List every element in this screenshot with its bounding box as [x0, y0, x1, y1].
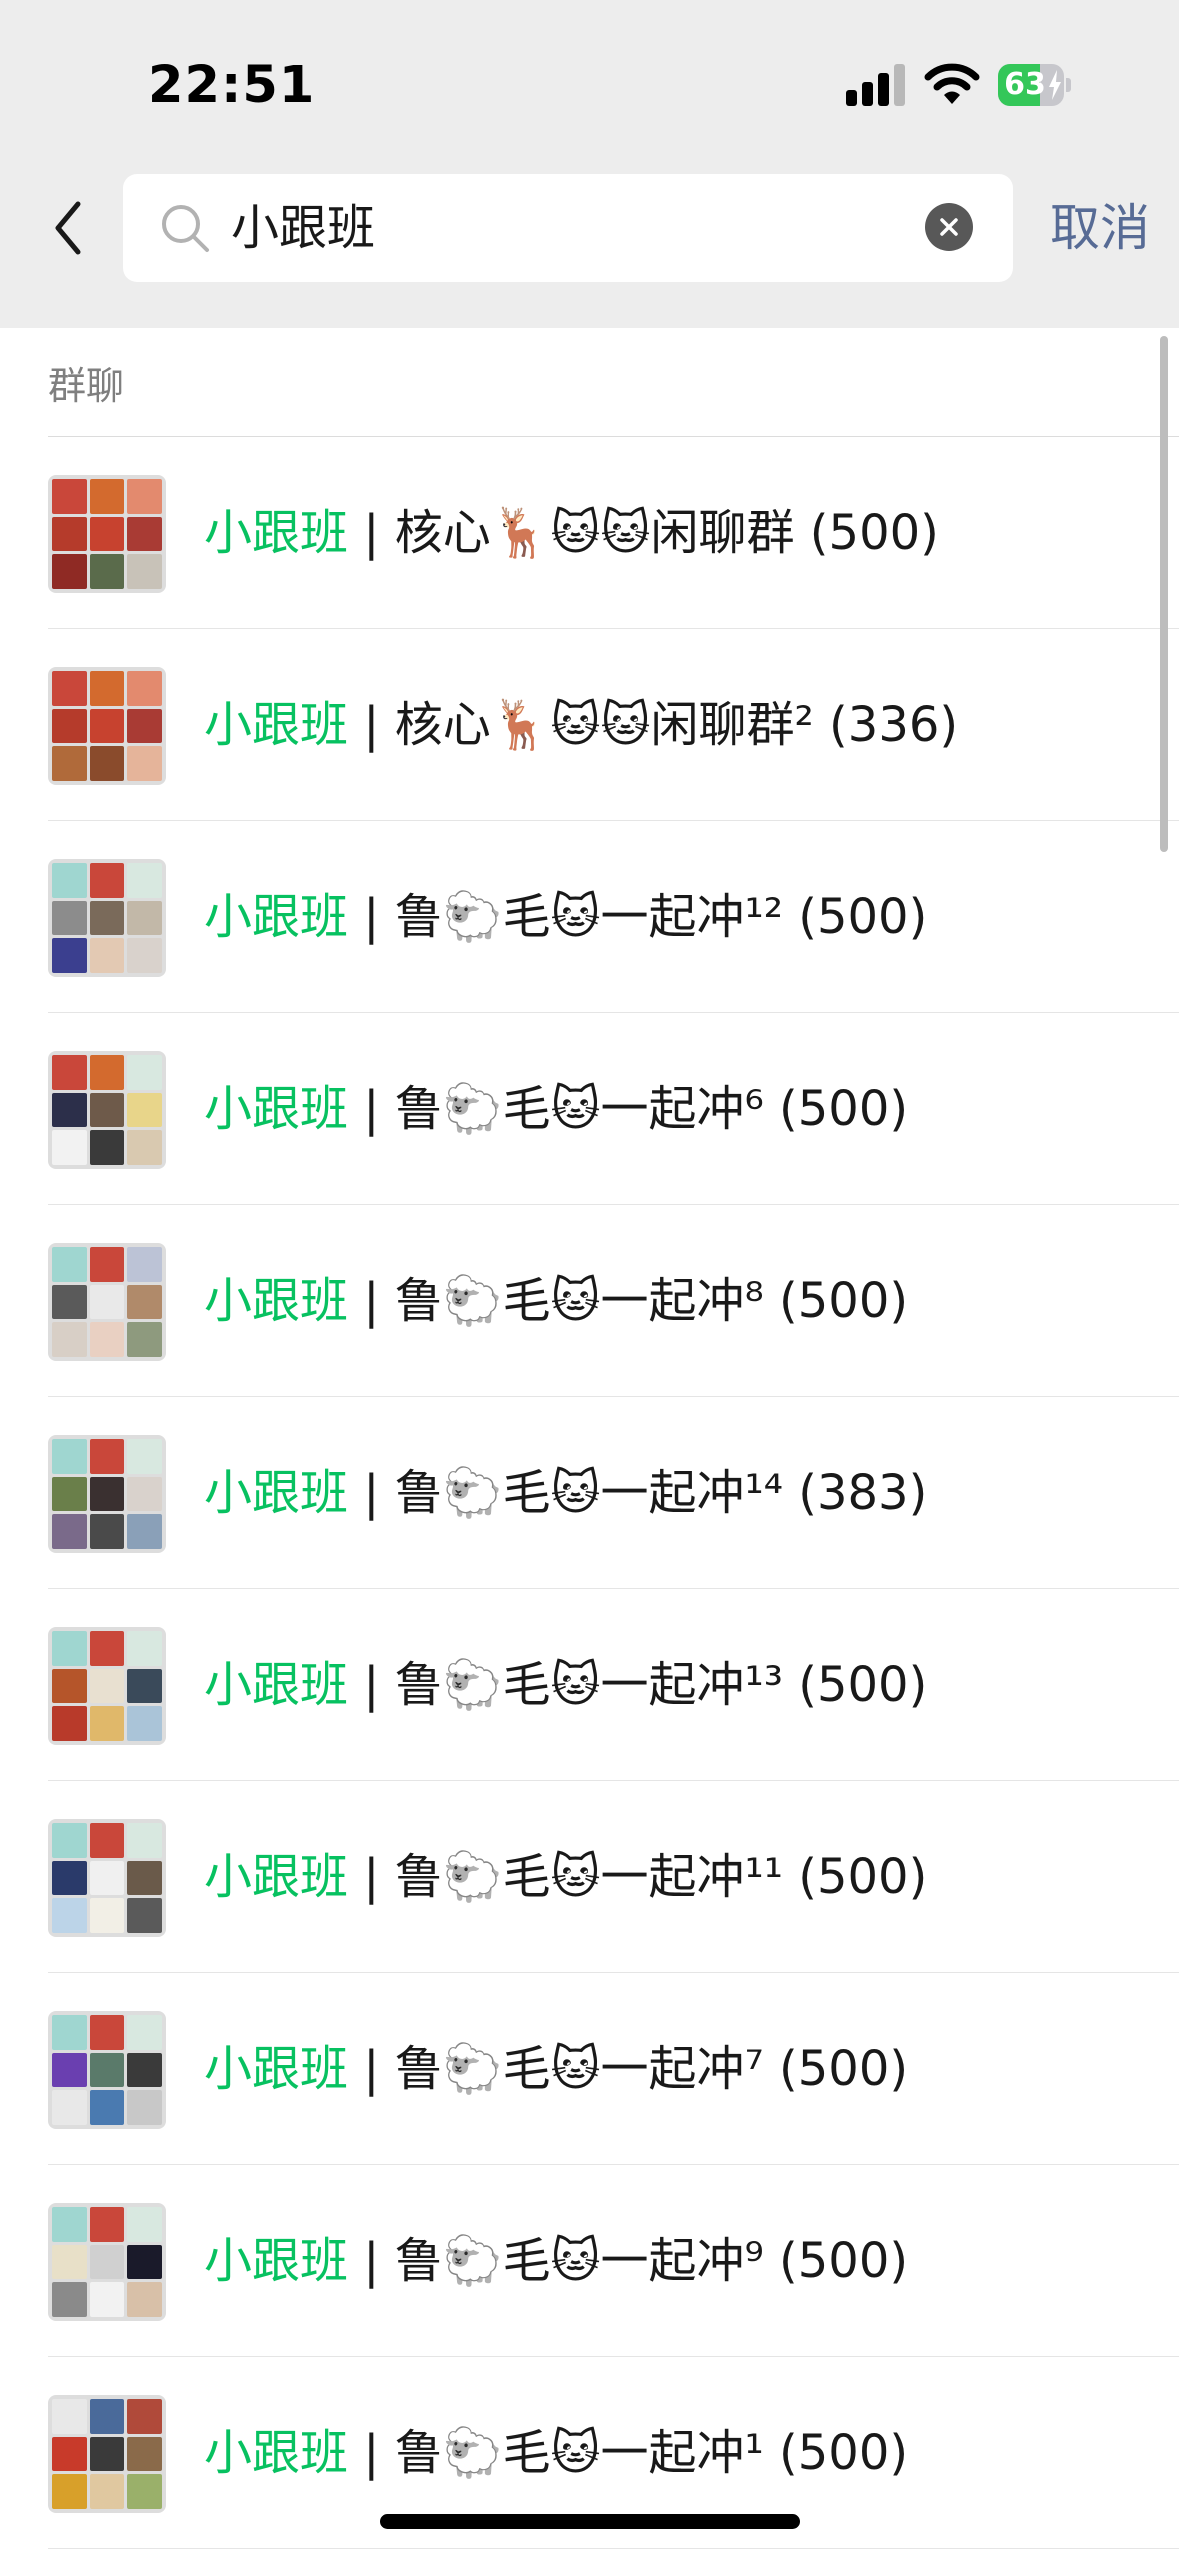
divider: [48, 2548, 1179, 2549]
group-chat-name-rest: | 鲁🐑毛🐱一起冲⁹ (500): [348, 2233, 909, 2289]
cellular-signal-icon: [846, 64, 906, 106]
group-avatar: [48, 1435, 166, 1553]
group-avatar: [48, 667, 166, 785]
clear-search-icon[interactable]: [925, 203, 973, 251]
group-chat-name-rest: | 核心🦌🐱🐱闲聊群² (336): [348, 697, 959, 753]
group-chat-name-rest: | 核心🦌🐱🐱闲聊群 (500): [348, 505, 939, 561]
group-avatar: [48, 2011, 166, 2129]
cancel-button[interactable]: 取消: [1050, 196, 1150, 260]
group-chat-name-rest: | 鲁🐑毛🐱一起冲¹⁴ (383): [348, 1465, 928, 1521]
group-avatar: [48, 2395, 166, 2513]
group-chat-row[interactable]: 小跟班 | 鲁🐑毛🐱一起冲⁸ (500): [0, 1205, 1179, 1397]
group-avatar: [48, 475, 166, 593]
group-chat-row[interactable]: 小跟班 | 鲁🐑毛🐱一起冲¹³ (500): [0, 1589, 1179, 1781]
group-avatar: [48, 2203, 166, 2321]
group-avatar: [48, 1819, 166, 1937]
section-title-group-chats: 群聊: [48, 364, 125, 408]
search-query-text[interactable]: 小跟班: [231, 198, 375, 258]
group-chat-name: 小跟班 | 鲁🐑毛🐱一起冲⁹ (500): [204, 2229, 908, 2293]
group-chat-name: 小跟班 | 核心🦌🐱🐱闲聊群² (336): [204, 693, 958, 757]
group-chat-name: 小跟班 | 鲁🐑毛🐱一起冲¹³ (500): [204, 1653, 927, 1717]
matched-keyword: 小跟班: [204, 697, 349, 753]
group-chat-row[interactable]: 小跟班 | 核心🦌🐱🐱闲聊群 (500): [0, 437, 1179, 629]
group-chat-name-rest: | 鲁🐑毛🐱一起冲¹¹ (500): [348, 1849, 928, 1905]
matched-keyword: 小跟班: [204, 1081, 349, 1137]
search-icon: [162, 205, 209, 252]
matched-keyword: 小跟班: [204, 505, 349, 561]
matched-keyword: 小跟班: [204, 1657, 349, 1713]
group-avatar: [48, 1051, 166, 1169]
matched-keyword: 小跟班: [204, 1849, 349, 1905]
group-chat-row[interactable]: 小跟班 | 核心🦌🐱🐱闲聊群² (336): [0, 629, 1179, 821]
group-chat-name-rest: | 鲁🐑毛🐱一起冲¹³ (500): [348, 1657, 928, 1713]
group-chat-name: 小跟班 | 鲁🐑毛🐱一起冲¹⁴ (383): [204, 1461, 927, 1525]
group-chat-name: 小跟班 | 鲁🐑毛🐱一起冲⁸ (500): [204, 1269, 908, 1333]
group-chat-row[interactable]: 小跟班 | 鲁🐑毛🐱一起冲⁶ (500): [0, 1013, 1179, 1205]
scrollbar[interactable]: [1160, 336, 1168, 852]
group-chat-name-rest: | 鲁🐑毛🐱一起冲¹² (500): [348, 889, 928, 945]
charging-bolt-icon: [1049, 70, 1061, 100]
group-chat-row[interactable]: 小跟班 | 鲁🐑毛🐱一起冲¹⁴ (383): [0, 1397, 1179, 1589]
group-chat-name: 小跟班 | 鲁🐑毛🐱一起冲⁷ (500): [204, 2037, 908, 2101]
status-time: 22:51: [148, 56, 316, 115]
group-avatar: [48, 1627, 166, 1745]
group-chat-name: 小跟班 | 鲁🐑毛🐱一起冲¹ (500): [204, 2421, 908, 2485]
search-input[interactable]: 小跟班: [123, 174, 1013, 282]
group-chat-name: 小跟班 | 鲁🐑毛🐱一起冲¹² (500): [204, 885, 927, 949]
group-chat-name-rest: | 鲁🐑毛🐱一起冲⁷ (500): [348, 2041, 909, 2097]
home-indicator: [380, 2514, 800, 2529]
matched-keyword: 小跟班: [204, 2041, 349, 2097]
matched-keyword: 小跟班: [204, 1273, 349, 1329]
matched-keyword: 小跟班: [204, 2233, 349, 2289]
wifi-icon: [924, 63, 980, 104]
group-chat-name: 小跟班 | 鲁🐑毛🐱一起冲¹¹ (500): [204, 1845, 927, 1909]
battery-icon: 63: [998, 64, 1072, 106]
group-chat-row[interactable]: 小跟班 | 鲁🐑毛🐱一起冲¹¹ (500): [0, 1781, 1179, 1973]
group-chat-row[interactable]: 小跟班 | 鲁🐑毛🐱一起冲⁹ (500): [0, 2165, 1179, 2357]
group-chat-row[interactable]: 小跟班 | 鲁🐑毛🐱一起冲¹² (500): [0, 821, 1179, 1013]
matched-keyword: 小跟班: [204, 1465, 349, 1521]
group-avatar: [48, 1243, 166, 1361]
battery-percent: 63: [1004, 67, 1046, 102]
group-chat-name: 小跟班 | 鲁🐑毛🐱一起冲⁶ (500): [204, 1077, 908, 1141]
group-chat-name-rest: | 鲁🐑毛🐱一起冲⁸ (500): [348, 1273, 909, 1329]
group-avatar: [48, 859, 166, 977]
group-chat-results: 小跟班 | 核心🦌🐱🐱闲聊群 (500) 小跟班 | 核心🦌🐱🐱闲聊群² (336…: [0, 437, 1179, 2549]
back-arrow-icon[interactable]: [48, 196, 88, 260]
group-chat-name: 小跟班 | 核心🦌🐱🐱闲聊群 (500): [204, 501, 939, 565]
matched-keyword: 小跟班: [204, 889, 349, 945]
group-chat-row[interactable]: 小跟班 | 鲁🐑毛🐱一起冲⁷ (500): [0, 1973, 1179, 2165]
group-chat-name-rest: | 鲁🐑毛🐱一起冲¹ (500): [348, 2425, 909, 2481]
matched-keyword: 小跟班: [204, 2425, 349, 2481]
group-chat-name-rest: | 鲁🐑毛🐱一起冲⁶ (500): [348, 1081, 909, 1137]
search-header: 22:51 63 小跟班 取消: [0, 0, 1179, 328]
